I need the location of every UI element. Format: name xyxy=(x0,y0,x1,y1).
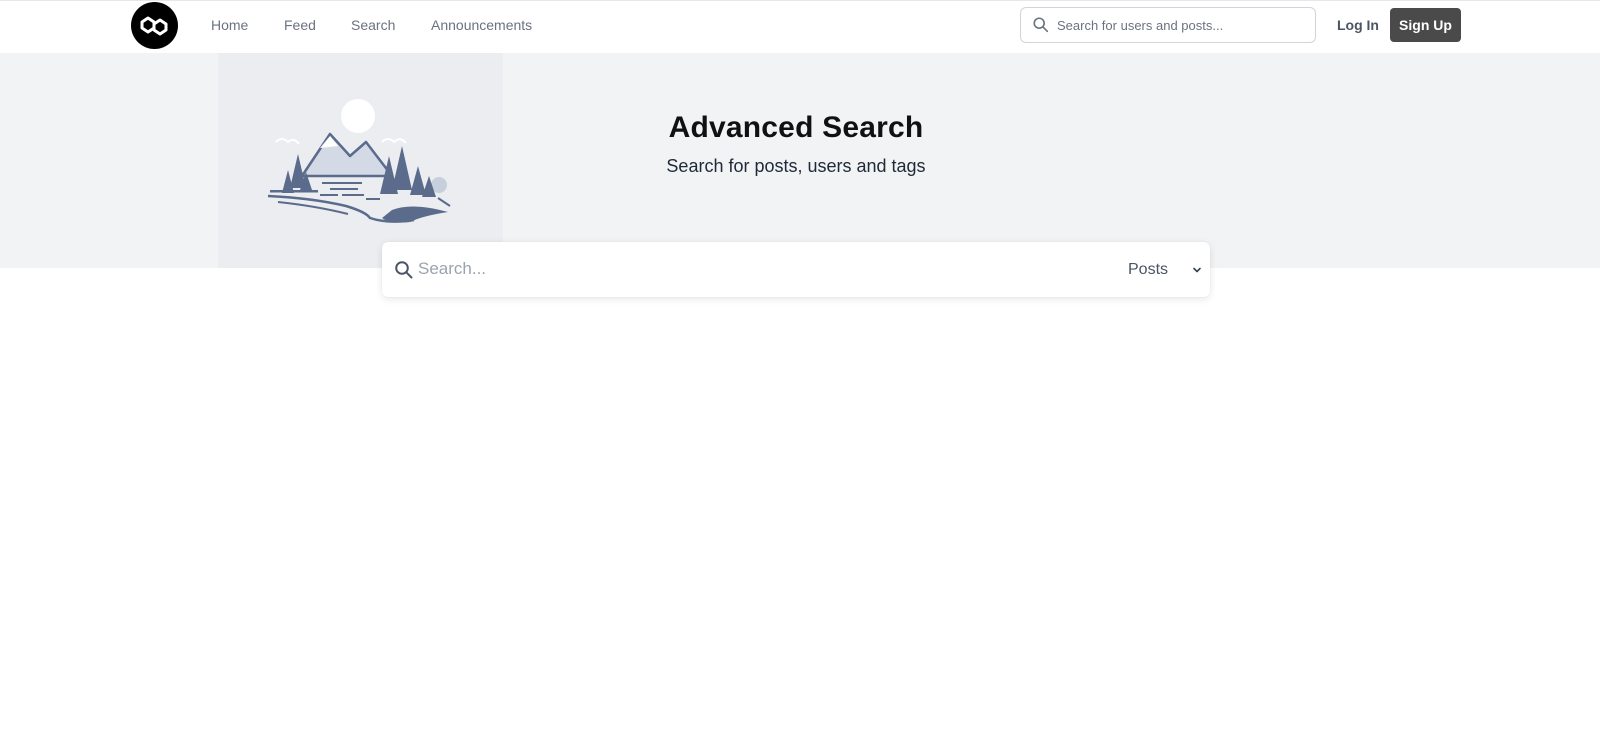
top-navigation-bar: Home Feed Search Announcements Log In Si… xyxy=(0,0,1600,53)
chain-link-icon xyxy=(140,16,167,35)
search-type-selected: Posts xyxy=(1128,261,1169,278)
sign-up-button[interactable]: Sign Up xyxy=(1390,8,1461,42)
header-search-input[interactable] xyxy=(1057,8,1307,42)
log-in-link[interactable]: Log In xyxy=(1337,16,1379,34)
header-search-box xyxy=(1020,7,1316,43)
logo-link[interactable] xyxy=(131,2,178,49)
nav-feed-link[interactable]: Feed xyxy=(284,16,316,34)
chevron-down-icon xyxy=(1193,267,1201,273)
nav-announcements-link[interactable]: Announcements xyxy=(431,16,532,34)
page-title: Advanced Search xyxy=(668,111,924,144)
search-icon xyxy=(395,261,413,279)
nav-search-link[interactable]: Search xyxy=(351,16,395,34)
page-subtitle: Search for posts, users and tags xyxy=(666,156,926,176)
hero-banner: Advanced Search Search for posts, users … xyxy=(0,53,1600,268)
search-icon xyxy=(1033,17,1049,33)
nav-home-link[interactable]: Home xyxy=(211,16,248,34)
advanced-search-input[interactable] xyxy=(418,250,1098,288)
search-type-select[interactable]: Posts xyxy=(1128,258,1208,282)
advanced-search-box: Posts xyxy=(382,242,1210,297)
